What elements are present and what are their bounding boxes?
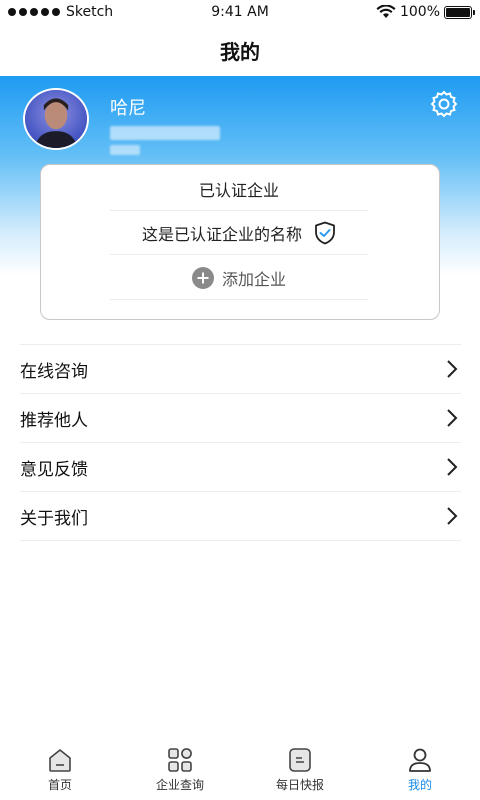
wifi-icon <box>376 5 396 18</box>
tab-home[interactable]: 首页 <box>0 742 120 800</box>
menu-item-label: 意见反馈 <box>20 459 88 480</box>
company-card: 已认证企业 这是已认证企业的名称 添加企业 <box>40 164 440 320</box>
menu-item-label: 关于我们 <box>20 508 88 529</box>
menu-item-label: 推荐他人 <box>20 410 88 431</box>
battery-level <box>446 7 470 17</box>
tab-company-search[interactable]: 企业查询 <box>120 742 240 800</box>
tab-daily-news[interactable]: 每日快报 <box>240 742 360 800</box>
battery-icon <box>444 5 475 19</box>
menu-item-feedback[interactable]: 意见反馈 <box>20 443 461 492</box>
user-name: 哈尼 <box>110 98 146 119</box>
status-bar: Sketch 9:41 AM 100% <box>0 0 480 24</box>
tab-label: 首页 <box>47 778 72 792</box>
chevron-right-icon <box>447 409 458 427</box>
shield-check-icon <box>315 221 335 244</box>
company-name: 这是已认证企业的名称 <box>141 224 302 244</box>
menu-item-online-consult[interactable]: 在线咨询 <box>20 345 461 394</box>
user-info-blurred <box>110 126 220 140</box>
company-item[interactable]: 这是已认证企业的名称 <box>110 211 368 255</box>
page-title: 我的 <box>220 39 260 64</box>
carrier-name: Sketch <box>66 4 114 20</box>
gear-icon[interactable] <box>430 90 458 118</box>
avatar[interactable] <box>23 88 89 150</box>
menu-item-label: 在线咨询 <box>20 361 88 382</box>
tab-mine[interactable]: 我的 <box>360 742 480 800</box>
chevron-right-icon <box>447 458 458 476</box>
status-time: 9:41 AM <box>211 4 269 20</box>
tab-bar: 首页 企业查询 每日快报 我的 <box>0 742 480 800</box>
add-company-label: 添加企业 <box>221 269 286 289</box>
tab-label: 我的 <box>407 778 432 792</box>
plus-circle-icon <box>191 266 214 289</box>
chevron-right-icon <box>447 360 458 378</box>
user-icon <box>409 748 431 772</box>
add-company-button[interactable]: 添加企业 <box>110 256 368 300</box>
settings-menu: 在线咨询 推荐他人 意见反馈 关于我们 <box>20 344 461 541</box>
certified-company-title: 已认证企业 <box>110 167 368 211</box>
menu-item-about[interactable]: 关于我们 <box>20 492 461 541</box>
grid-icon <box>168 748 192 772</box>
battery-percent: 100% <box>399 4 440 20</box>
certified-title-text: 已认证企业 <box>198 180 279 200</box>
signal-dots-icon <box>8 8 60 16</box>
menu-item-recommend[interactable]: 推荐他人 <box>20 394 461 443</box>
news-icon <box>289 748 311 772</box>
status-right: 100% <box>376 4 475 20</box>
nav-bar: 我的 <box>0 24 480 76</box>
home-icon <box>49 749 71 772</box>
tab-label: 企业查询 <box>155 778 204 792</box>
user-info-blurred-2 <box>110 145 140 155</box>
tab-label: 每日快报 <box>275 778 324 792</box>
chevron-right-icon <box>447 507 458 525</box>
